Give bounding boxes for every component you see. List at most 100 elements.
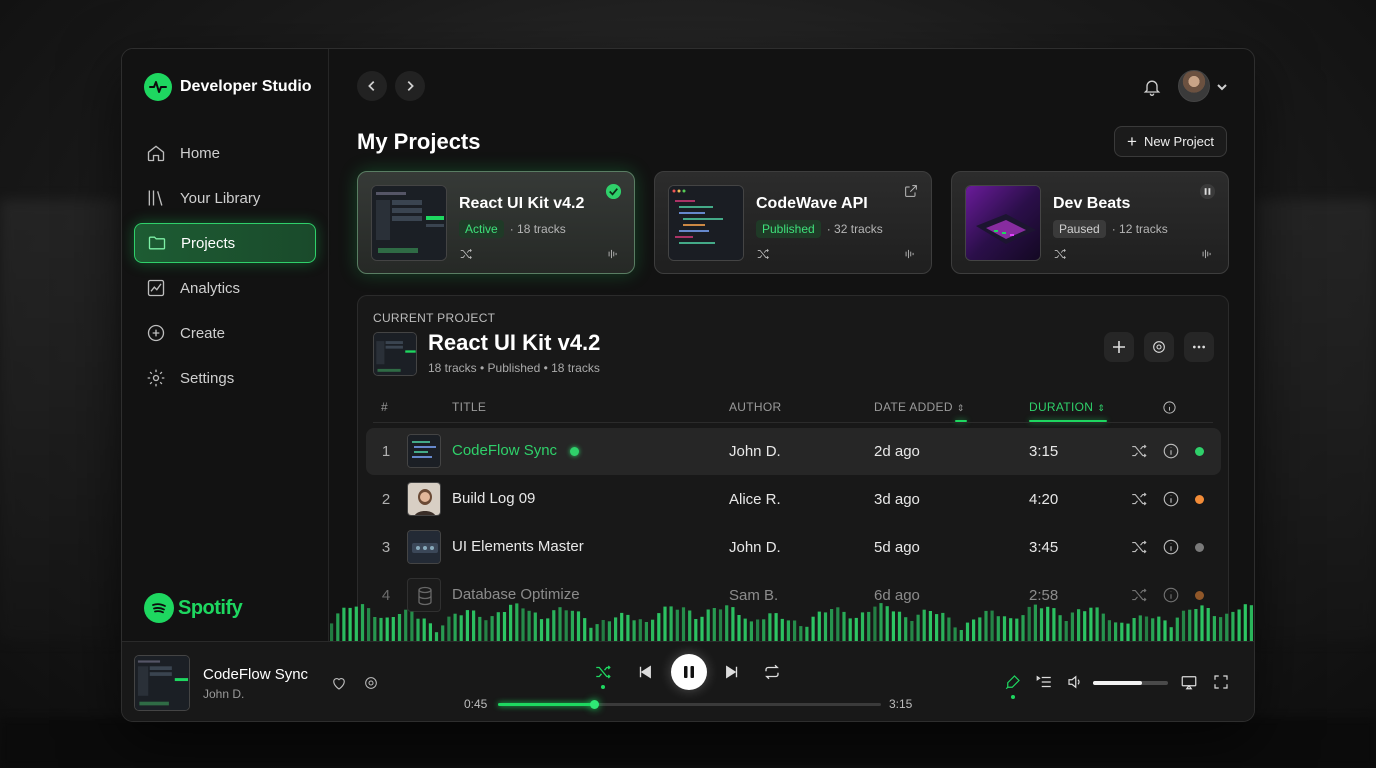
sidebar-item-create[interactable]: Create — [134, 313, 316, 353]
new-project-label: New Project — [1143, 134, 1215, 149]
heart-icon[interactable] — [330, 674, 348, 697]
col-date-added[interactable]: DATE ADDED ⇕ — [874, 400, 965, 414]
waveform-bar — [836, 607, 840, 643]
new-project-button[interactable]: + New Project — [1114, 126, 1228, 157]
next-button[interactable] — [723, 663, 741, 686]
waveform-bar — [521, 608, 525, 643]
status-badge: Active — [459, 220, 504, 238]
waveform-bar — [737, 615, 741, 643]
track-duration: 3:15 — [1029, 443, 1059, 460]
repeat-button[interactable] — [763, 663, 781, 686]
waveform-bar — [620, 612, 624, 643]
more-options-button[interactable] — [1184, 332, 1214, 362]
waveform-bar — [1219, 617, 1223, 643]
track-duration: 4:20 — [1029, 491, 1059, 508]
waveform-bar — [422, 618, 426, 643]
waveform-bar — [1114, 622, 1118, 643]
user-avatar[interactable] — [1178, 70, 1210, 102]
progress-bar[interactable] — [498, 700, 881, 709]
waveform-bar — [453, 613, 457, 643]
info-icon[interactable] — [1162, 490, 1180, 512]
plus-circle-icon — [147, 324, 165, 342]
project-settings-button[interactable] — [1144, 332, 1174, 362]
shuffle-icon[interactable] — [1130, 538, 1148, 560]
shuffle-icon[interactable] — [1130, 490, 1148, 512]
queue-button[interactable] — [1035, 673, 1053, 696]
gear-icon — [1153, 341, 1165, 353]
info-icon[interactable] — [1162, 538, 1180, 560]
waveform-bar — [632, 620, 636, 643]
waveform-bar — [842, 611, 846, 643]
col-duration[interactable]: DURATION ⇕ — [1029, 400, 1105, 414]
account-menu-toggle[interactable] — [1216, 80, 1228, 98]
pause-icon[interactable] — [1199, 183, 1216, 205]
project-card-codewave-api[interactable]: CodeWave API Published · 32 tracks — [654, 171, 932, 274]
col-author[interactable]: AUTHOR — [729, 400, 781, 414]
gear-icon[interactable] — [363, 675, 379, 696]
external-link-icon[interactable] — [903, 183, 919, 204]
card-title: Dev Beats — [1053, 195, 1131, 212]
microphone-icon — [1005, 675, 1020, 690]
lyrics-button[interactable] — [1004, 673, 1022, 696]
sidebar-item-settings[interactable]: Settings — [134, 358, 316, 398]
sidebar-item-label: Create — [180, 324, 226, 342]
col-title[interactable]: TITLE — [452, 400, 486, 414]
table-row[interactable]: 2 Build Log 09 Alice R. 3d ago 4:20 — [366, 476, 1221, 523]
sidebar-item-projects[interactable]: Projects — [134, 223, 316, 263]
repeat-icon — [765, 664, 779, 680]
info-icon — [1162, 400, 1177, 418]
notifications-button[interactable] — [1142, 77, 1162, 102]
waveform-bar — [897, 611, 902, 643]
previous-button[interactable] — [636, 663, 654, 686]
volume-slider[interactable] — [1093, 681, 1168, 685]
table-row[interactable]: 3 UI Elements Master John D. 5d ago 3:45 — [366, 524, 1221, 571]
connect-device-button[interactable] — [1180, 673, 1198, 696]
shuffle-icon — [596, 665, 611, 679]
elapsed-time: 0:45 — [464, 697, 488, 711]
fullscreen-icon — [1214, 675, 1228, 689]
folder-icon — [148, 236, 166, 250]
waveform-bar — [459, 615, 463, 643]
table-row[interactable]: 1 CodeFlow Sync John D. 2d ago 3:15 — [366, 428, 1221, 475]
waveform-bar — [984, 610, 988, 643]
waveform-bar — [756, 619, 760, 643]
info-icon[interactable] — [1162, 442, 1180, 464]
shuffle-icon[interactable] — [756, 247, 770, 266]
waveform-bar — [854, 617, 858, 643]
card-meta: Active · 18 tracks — [459, 220, 566, 238]
waveform-bar — [885, 606, 889, 643]
waveform-bar — [1027, 606, 1031, 643]
waveform-bar — [879, 603, 883, 643]
audio-waveform — [330, 603, 1253, 643]
back-button[interactable] — [357, 71, 387, 101]
table-divider — [373, 422, 1213, 423]
progress-handle[interactable] — [589, 700, 599, 709]
sidebar-item-home[interactable]: Home — [134, 133, 316, 173]
sidebar-item-analytics[interactable]: Analytics — [134, 268, 316, 308]
fullscreen-button[interactable] — [1212, 673, 1230, 696]
track-count: · 18 tracks — [509, 222, 566, 236]
add-track-button[interactable] — [1104, 332, 1134, 362]
forward-button[interactable] — [395, 71, 425, 101]
track-author: John D. — [729, 443, 781, 460]
shuffle-button[interactable] — [594, 663, 612, 686]
waveform-bar — [558, 607, 562, 643]
chevron-right-icon — [407, 81, 414, 91]
waveform-bar — [509, 604, 513, 643]
shuffle-icon[interactable] — [1130, 442, 1148, 464]
waveform-bar — [663, 606, 667, 643]
track-author: John D. — [729, 539, 781, 556]
waveform-bar — [1132, 618, 1136, 643]
shuffle-icon[interactable] — [459, 247, 473, 266]
waveform-bar — [385, 617, 389, 643]
lyrics-active-indicator — [1011, 695, 1015, 699]
waveform-bar — [657, 613, 661, 643]
waveform-bar — [465, 610, 469, 643]
shuffle-icon[interactable] — [1053, 247, 1067, 266]
project-card-dev-beats[interactable]: Dev Beats Paused · 12 tracks — [951, 171, 1229, 274]
volume-button[interactable] — [1066, 673, 1084, 696]
sidebar-item-library[interactable]: Your Library — [134, 178, 316, 218]
pause-button[interactable] — [671, 654, 707, 690]
project-card-react-ui-kit[interactable]: React UI Kit v4.2 Active · 18 tracks — [357, 171, 635, 274]
waveform-bar — [1249, 605, 1253, 643]
